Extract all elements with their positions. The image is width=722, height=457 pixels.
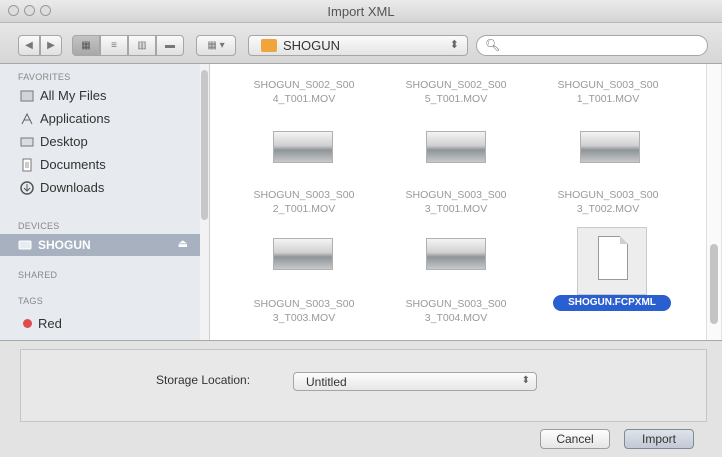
file-name: 1_T001.MOV — [576, 93, 640, 105]
file-item[interactable]: SHOGUN_S003_S00 2_T001.MOV — [229, 188, 379, 216]
eject-icon[interactable]: ⏏ — [178, 237, 188, 250]
file-name: 3_T002.MOV — [576, 203, 640, 215]
file-name: SHOGUN_S003_S00 — [253, 298, 355, 310]
arrange-button[interactable]: ▦ ▾ — [196, 35, 236, 56]
updown-chevron-icon: ⬍ — [449, 39, 459, 51]
sidebar-item-red-tag[interactable]: Red — [20, 316, 62, 331]
file-name: SHOGUN_S003_S00 — [253, 189, 355, 201]
sidebar-scrollbar[interactable] — [200, 64, 210, 340]
sidebar-item-documents[interactable]: Documents — [20, 157, 106, 172]
file-name: SHOGUN_S003_S00 — [405, 189, 507, 201]
search-icon: 🔍︎ — [485, 38, 501, 52]
back-arrow-icon: ◀ — [25, 40, 33, 51]
icon-view-icon: ▦ — [81, 40, 91, 51]
applications-icon — [21, 112, 33, 124]
all-files-icon — [20, 90, 34, 101]
file-item[interactable]: SHOGUN_S003_S00 3_T003.MOV — [229, 297, 379, 325]
file-name: 4_T001.MOV — [272, 93, 336, 105]
favorites-header: FAVORITES — [18, 72, 71, 82]
drive-icon — [18, 240, 32, 250]
red-tag-icon — [23, 319, 32, 328]
column-view-button[interactable]: ▥ — [128, 35, 156, 56]
cover-flow-icon: ▬ — [165, 40, 175, 51]
file-item[interactable]: SHOGUN_S003_S00 3_T002.MOV — [533, 188, 683, 216]
video-thumbnail[interactable] — [426, 131, 486, 163]
file-name: SHOGUN_S003_S00 — [405, 298, 507, 310]
sidebar-item-label: Applications — [40, 111, 111, 126]
cancel-button[interactable]: Cancel — [540, 429, 610, 449]
desktop-icon — [20, 137, 34, 146]
file-name: 3_T003.MOV — [272, 312, 336, 324]
file-item[interactable]: SHOGUN_S003_S00 3_T004.MOV — [381, 297, 531, 325]
arrange-icon: ▦ ▾ — [207, 40, 225, 51]
sidebar-item-label: Desktop — [40, 134, 88, 149]
path-popup[interactable]: SHOGUN ⬍ — [248, 35, 468, 56]
toolbar: ◀ ▶ ▦ ≡ ▥ ▬ ▦ ▾ SHOGUN ⬍ 🔍︎ — [0, 23, 722, 64]
file-name: 2_T001.MOV — [272, 203, 336, 215]
video-thumbnail[interactable] — [273, 238, 333, 270]
file-name: 5_T001.MOV — [424, 93, 488, 105]
file-item[interactable]: SHOGUN_S003_S00 1_T001.MOV — [533, 78, 683, 106]
storage-location-label: Storage Location: — [156, 373, 251, 387]
selected-file-label[interactable]: SHOGUN.FCPXML — [553, 295, 671, 311]
file-item[interactable]: SHOGUN_S002_S00 5_T001.MOV — [381, 78, 531, 106]
documents-icon — [22, 158, 32, 171]
downloads-icon — [20, 180, 34, 195]
sidebar-item-label: Downloads — [40, 180, 105, 195]
video-thumbnail[interactable] — [426, 238, 486, 270]
sidebar-item-desktop[interactable]: Desktop — [20, 134, 88, 149]
import-xml-dialog: Import XML ◀ ▶ ▦ ≡ ▥ ▬ ▦ ▾ SHOGUN ⬍ 🔍︎ F… — [0, 0, 722, 457]
list-view-button[interactable]: ≡ — [100, 35, 128, 56]
storage-location-popup[interactable]: Untitled ⬍ — [293, 372, 537, 391]
file-name: SHOGUN_S002_S00 — [405, 79, 507, 91]
content-scroll-thumb[interactable] — [710, 244, 718, 324]
back-button[interactable]: ◀ — [18, 35, 40, 56]
video-thumbnail[interactable] — [273, 131, 333, 163]
search-field[interactable]: 🔍︎ — [476, 35, 708, 56]
import-button[interactable]: Import — [624, 429, 694, 449]
icon-view-button[interactable]: ▦ — [72, 35, 100, 56]
sidebar-item-label: All My Files — [40, 88, 107, 103]
sidebar-item-label: SHOGUN — [38, 238, 91, 252]
file-name: SHOGUN_S003_S00 — [557, 79, 659, 91]
sidebar-item-applications[interactable]: Applications — [20, 111, 110, 126]
content-scrollbar[interactable] — [706, 64, 721, 340]
sidebar-item-all-my-files[interactable]: All My Files — [20, 88, 106, 103]
options-area: Storage Location: Untitled ⬍ Cancel Impo… — [0, 340, 722, 457]
file-item[interactable]: SHOGUN_S002_S00 4_T001.MOV — [229, 78, 379, 106]
cover-flow-button[interactable]: ▬ — [156, 35, 184, 56]
file-item[interactable]: SHOGUN_S003_S00 3_T001.MOV — [381, 188, 531, 216]
column-view-icon: ▥ — [137, 40, 147, 51]
file-name: SHOGUN_S003_S00 — [557, 189, 659, 201]
file-name: SHOGUN_S002_S00 — [253, 79, 355, 91]
file-name: 3_T004.MOV — [424, 312, 488, 324]
sidebar-item-label: Red — [38, 316, 62, 331]
window-title: Import XML — [327, 4, 395, 19]
forward-arrow-icon: ▶ — [47, 40, 55, 51]
updown-chevron-icon: ⬍ — [521, 375, 530, 386]
sidebar-item-downloads[interactable]: Downloads — [20, 180, 104, 195]
list-view-icon: ≡ — [111, 40, 117, 51]
sidebar: FAVORITES All My Files Applications Desk… — [0, 64, 201, 340]
devices-header: DEVICES — [18, 221, 60, 231]
forward-button[interactable]: ▶ — [40, 35, 62, 56]
folder-icon — [261, 39, 277, 52]
path-label: SHOGUN — [283, 38, 341, 53]
sidebar-scroll-thumb[interactable] — [201, 70, 208, 220]
title-bar: Import XML — [0, 0, 722, 23]
tags-header: TAGS — [18, 296, 44, 306]
shared-header: SHARED — [18, 270, 58, 280]
sidebar-item-shogun[interactable]: SHOGUN ⏏ — [0, 234, 200, 256]
storage-location-value: Untitled — [306, 375, 347, 389]
fcpxml-document-icon[interactable] — [577, 227, 647, 295]
video-thumbnail[interactable] — [580, 131, 640, 163]
sidebar-item-label: Documents — [40, 157, 106, 172]
file-name: 3_T001.MOV — [424, 203, 488, 215]
